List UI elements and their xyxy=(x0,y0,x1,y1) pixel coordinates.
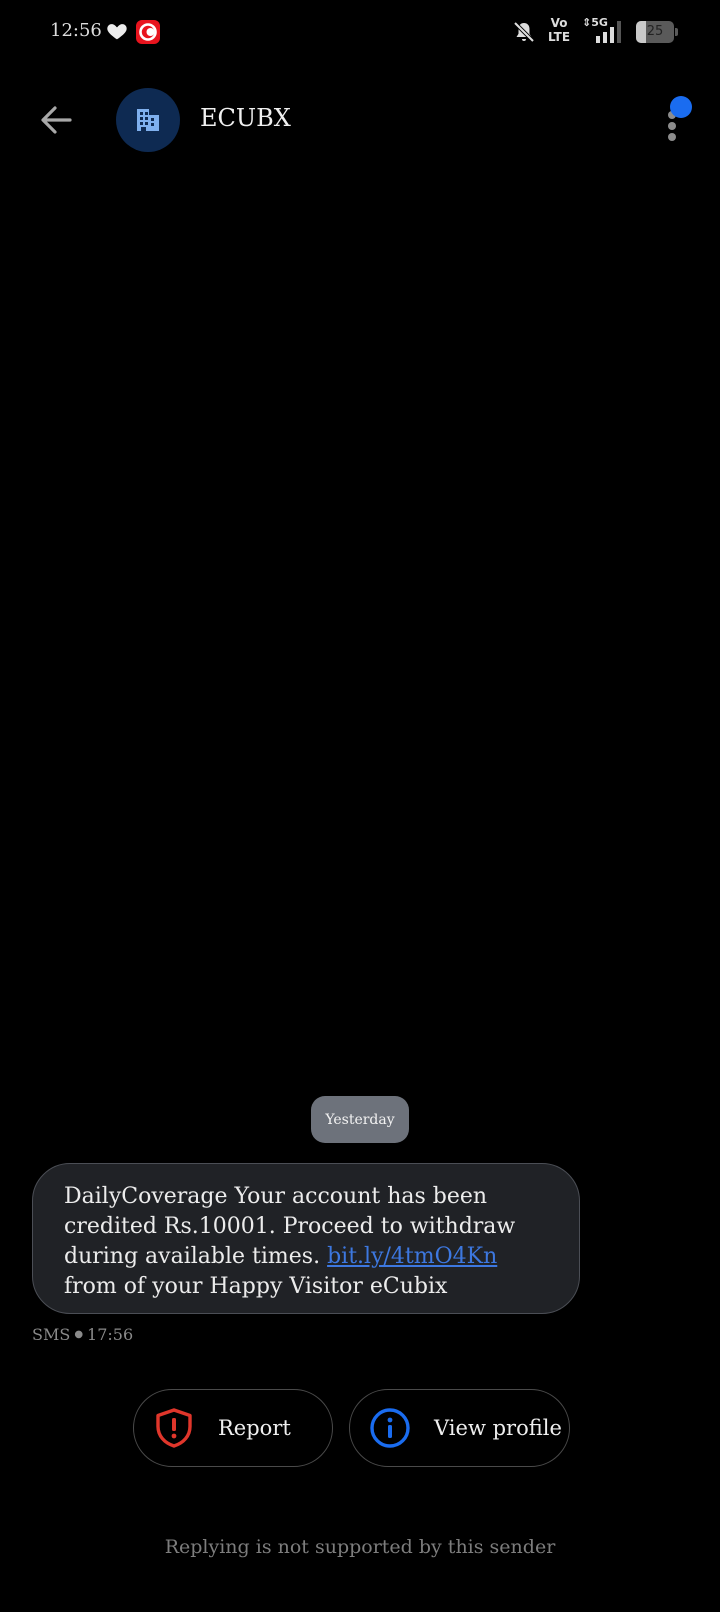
report-label: Report xyxy=(218,1416,291,1440)
view-profile-button[interactable]: View profile xyxy=(349,1389,570,1467)
bell-off-icon xyxy=(513,21,535,43)
message-channel: SMS xyxy=(32,1325,71,1344)
status-time: 12:56 xyxy=(50,20,102,41)
notification-dot xyxy=(670,96,692,118)
battery-body: 25 xyxy=(636,21,674,43)
back-button[interactable] xyxy=(34,98,78,142)
reply-unsupported-notice: Replying is not supported by this sender xyxy=(164,1536,556,1558)
sender-name[interactable]: ECUBX xyxy=(200,104,291,132)
heart-icon xyxy=(107,24,127,40)
volte-top-label: Vo xyxy=(550,16,568,30)
report-button[interactable]: Report xyxy=(133,1389,333,1467)
message-time: 17:56 xyxy=(87,1325,134,1344)
signal-icon xyxy=(596,21,621,43)
building-icon xyxy=(137,109,159,131)
volte-indicator: Vo LTE xyxy=(546,16,572,44)
view-profile-label: View profile xyxy=(434,1416,562,1440)
app-bar: ECUBX xyxy=(0,80,720,162)
message-meta: SMS ● 17:56 xyxy=(32,1325,133,1344)
avatar[interactable] xyxy=(116,88,180,152)
message-text-end: from of your Happy Visitor eCubix xyxy=(64,1274,448,1299)
meta-separator: ● xyxy=(74,1329,84,1340)
status-bar: 12:56 Vo LTE ⇕5G 25 xyxy=(0,0,720,64)
date-separator: Yesterday xyxy=(311,1096,409,1143)
battery-tip xyxy=(675,28,678,36)
battery-level: 25 xyxy=(646,24,664,39)
message-bubble[interactable]: DailyCoverage Your account has been cred… xyxy=(32,1163,580,1314)
volte-bottom-label: LTE xyxy=(547,30,571,44)
app-badge-icon xyxy=(136,20,160,44)
info-icon xyxy=(370,1408,410,1448)
battery-indicator: 25 xyxy=(636,21,678,43)
shield-alert-icon xyxy=(156,1408,192,1448)
arrow-left-icon xyxy=(41,106,72,134)
message-link[interactable]: bit.ly/4tmO4Kn xyxy=(327,1244,497,1269)
